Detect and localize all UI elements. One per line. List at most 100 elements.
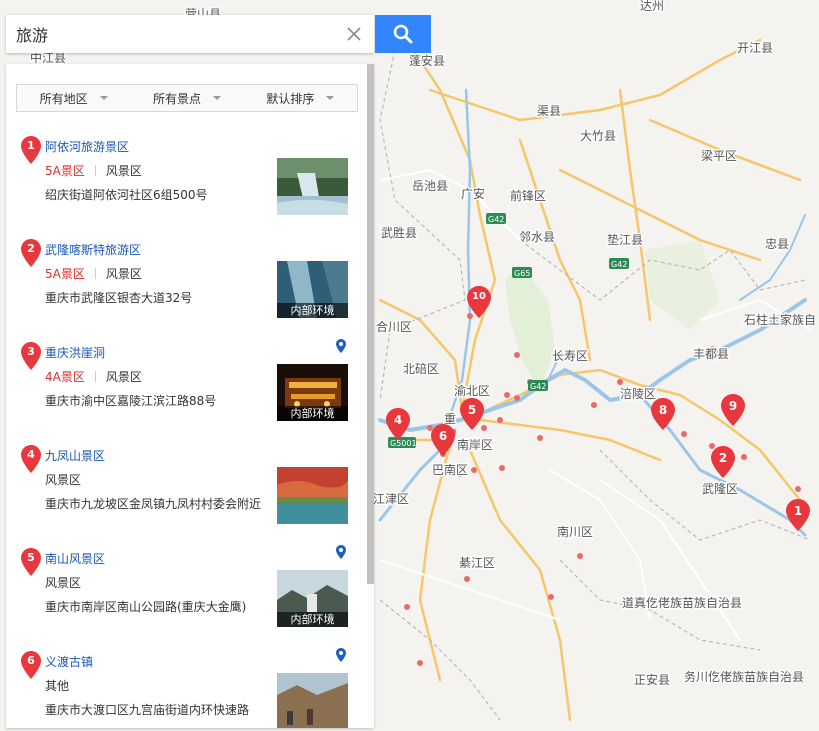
place-label: 正安县 <box>634 672 670 687</box>
place-label: 北碚区 <box>403 361 439 376</box>
result-meta: 风景区 <box>45 471 81 488</box>
result-meta: 5A景区 风景区 <box>45 265 142 282</box>
result-address: 重庆市渝中区嘉陵江滨江路88号 <box>45 394 217 408</box>
scrollbar[interactable] <box>367 64 374 584</box>
thumbnail-tag: 内部环境 <box>277 303 348 318</box>
place-label: 达州 <box>640 0 664 13</box>
place-label: 邻水县 <box>519 230 555 244</box>
place-label: 石柱土家族自 <box>744 312 816 327</box>
svg-text:G5001: G5001 <box>390 439 417 448</box>
map-marker[interactable]: 6 <box>431 424 455 456</box>
result-item[interactable]: 6 义渡古镇 其他 重庆市大渡口区九宫庙街道内环快速路 <box>6 643 361 728</box>
caret-down-icon <box>326 96 335 100</box>
place-label: 梁平区 <box>701 148 737 163</box>
filter-type-dropdown[interactable]: 所有景点 <box>130 85 243 111</box>
category-label: 风景区 <box>105 164 142 178</box>
result-item[interactable]: 3 重庆洪崖洞 4A景区 风景区 重庆市渝中区嘉陵江滨江路88号 内部环境 <box>6 334 361 437</box>
place-label: 道真仡佬族苗族自治县 <box>622 596 742 610</box>
result-title[interactable]: 九凤山景区 <box>45 447 105 464</box>
place-label: 武胜县 <box>381 225 417 240</box>
map-marker[interactable]: 2 <box>711 446 735 478</box>
category-label: 风景区 <box>105 267 142 281</box>
grade-badge: 4A景区 <box>45 370 85 384</box>
result-item[interactable]: 5 南山风景区 风景区 重庆市南岸区南山公园路(重庆大金鹰) 内部环境 <box>6 540 361 643</box>
marker-pin-icon: 4 <box>21 445 41 473</box>
filter-region-dropdown[interactable]: 所有地区 <box>17 85 130 111</box>
place-label: 渝北区 <box>454 383 490 398</box>
result-thumbnail[interactable] <box>277 158 348 215</box>
place-label: 广安 <box>461 186 485 201</box>
result-item[interactable]: 1 阿依河旅游景区 5A景区 风景区 绍庆街道阿依河社区6组500号 <box>6 128 361 231</box>
panorama-pin-icon[interactable] <box>336 545 346 559</box>
svg-text:G42: G42 <box>488 215 504 224</box>
panorama-pin-icon[interactable] <box>336 339 346 353</box>
place-label: 大竹县 <box>580 129 616 143</box>
place-label: 垫江县 <box>607 232 643 247</box>
result-thumbnail[interactable] <box>277 467 348 524</box>
place-label: 务川仡佬族苗族自治县 <box>684 669 804 684</box>
filter-label: 所有地区 <box>39 91 88 106</box>
place-label: 渠县 <box>537 104 561 118</box>
result-address: 重庆市九龙坡区金凤镇九凤村村委会附近 <box>45 497 262 511</box>
result-meta: 5A景区 风景区 <box>45 162 142 179</box>
result-title[interactable]: 南山风景区 <box>45 550 105 567</box>
place-label: 蓬安县 <box>409 53 445 68</box>
clear-icon[interactable] <box>345 25 363 43</box>
result-item[interactable]: 2 武隆喀斯特旅游区 5A景区 风景区 重庆市武隆区银杏大道32号 内部环境 <box>6 231 361 334</box>
category-label: 其他 <box>45 679 70 693</box>
result-address: 重庆市南岸区南山公园路(重庆大金鹰) <box>45 600 247 614</box>
result-title[interactable]: 重庆洪崖洞 <box>45 344 105 361</box>
place-label: 丰都县 <box>693 347 729 361</box>
result-thumbnail[interactable]: 内部环境 <box>277 364 348 421</box>
result-address: 重庆市武隆区银杏大道32号 <box>45 291 193 305</box>
place-label: 开江县 <box>737 41 773 55</box>
map-marker[interactable]: 10 <box>467 286 491 318</box>
search-input[interactable] <box>6 15 346 53</box>
grade-badge: 5A景区 <box>45 267 85 281</box>
filter-label: 所有景点 <box>152 91 201 106</box>
result-thumbnail[interactable]: 内部环境 <box>277 570 348 627</box>
marker-pin-icon: 2 <box>21 239 41 267</box>
highway-shield: G42 <box>609 258 629 269</box>
result-item[interactable]: 4 九凤山景区 风景区 重庆市九龙坡区金凤镇九凤村村委会附近 <box>6 437 361 540</box>
result-meta: 其他 <box>45 677 69 694</box>
marker-pin-icon: 3 <box>21 342 41 370</box>
map-marker[interactable]: 1 <box>786 499 810 531</box>
category-label: 风景区 <box>105 370 142 384</box>
place-label: 巴南区 <box>432 462 468 477</box>
svg-text:G42: G42 <box>530 382 546 391</box>
search-icon <box>393 24 413 44</box>
grade-badge: 5A景区 <box>45 164 85 178</box>
filter-sort-dropdown[interactable]: 默认排序 <box>244 85 357 111</box>
place-label: 长寿区 <box>552 349 588 363</box>
panorama-pin-icon[interactable] <box>336 648 346 662</box>
result-title[interactable]: 武隆喀斯特旅游区 <box>45 241 141 258</box>
filter-label: 默认排序 <box>266 91 315 106</box>
place-label: 合川区 <box>376 319 412 334</box>
result-title[interactable]: 义渡古镇 <box>45 653 93 670</box>
result-thumbnail[interactable]: 内部环境 <box>277 261 348 318</box>
thumbnail-tag: 内部环境 <box>277 406 348 421</box>
map-marker[interactable]: 4 <box>386 408 410 440</box>
search-box <box>6 15 374 53</box>
thumbnail-tag: 内部环境 <box>277 612 348 627</box>
svg-text:G42: G42 <box>611 260 627 269</box>
marker-pin-icon: 6 <box>21 651 41 679</box>
search-button[interactable] <box>375 15 431 53</box>
caret-down-icon <box>99 96 108 100</box>
result-thumbnail[interactable] <box>277 673 348 728</box>
place-label: 南川区 <box>557 524 593 539</box>
filter-bar: 所有地区 所有景点 默认排序 <box>16 84 358 112</box>
category-label: 风景区 <box>45 473 82 487</box>
map-marker[interactable]: 5 <box>460 398 484 430</box>
result-address: 绍庆街道阿依河社区6组500号 <box>45 188 208 202</box>
map-marker[interactable]: 9 <box>721 394 745 426</box>
result-address: 重庆市大渡口区九宫庙街道内环快速路 <box>45 703 250 717</box>
results-panel: 所有地区 所有景点 默认排序 1 阿依河旅游景区 5A景区 风景区 绍庆街道阿依河… <box>6 64 374 728</box>
map-marker[interactable]: 8 <box>651 398 675 430</box>
place-label: 忠县 <box>765 237 789 251</box>
highway-shield: G42 <box>528 380 548 391</box>
caret-down-icon <box>213 96 221 100</box>
place-label: 岳池县 <box>412 179 448 193</box>
result-title[interactable]: 阿依河旅游景区 <box>45 138 129 155</box>
